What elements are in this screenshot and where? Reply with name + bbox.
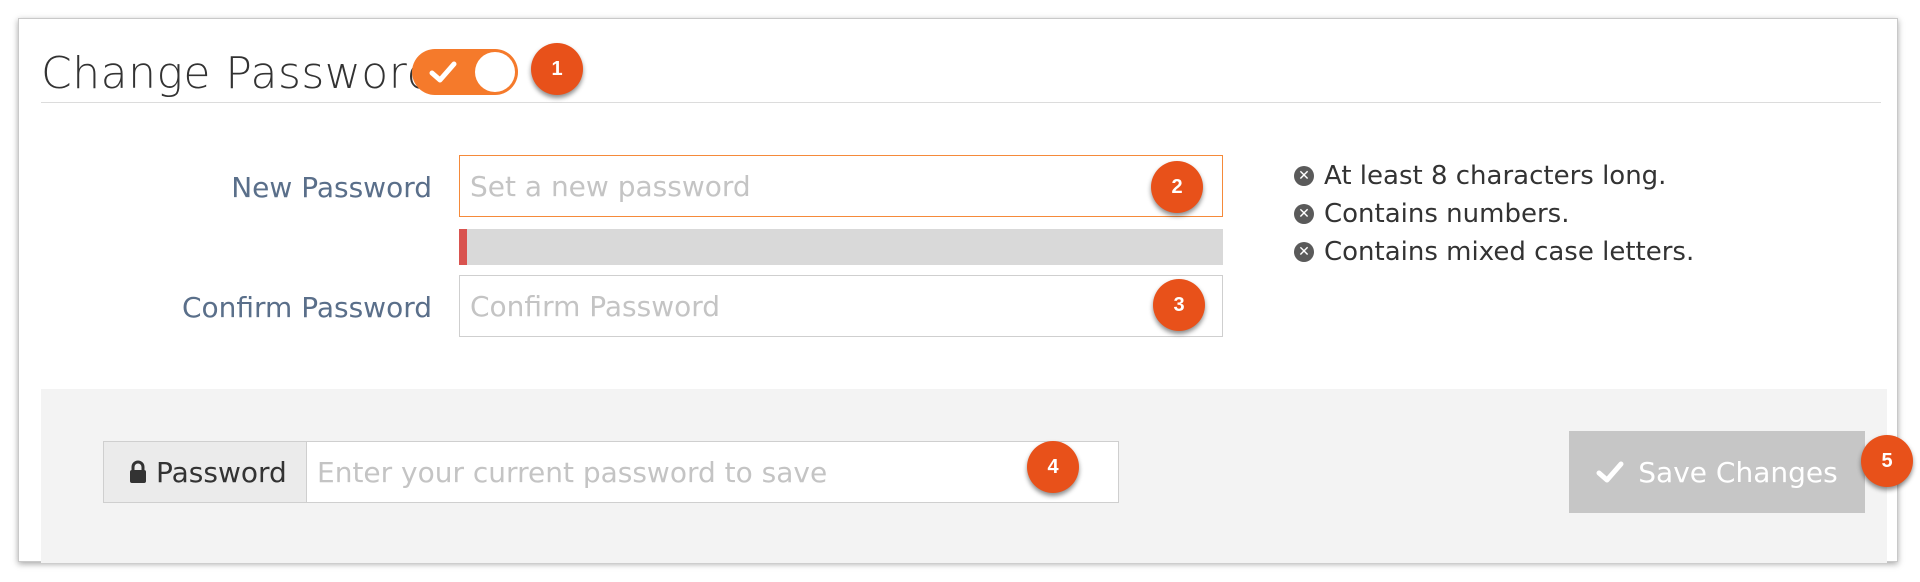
header-divider bbox=[41, 102, 1881, 103]
password-rule-text: Contains mixed case letters. bbox=[1324, 237, 1695, 267]
save-changes-button[interactable]: Save Changes bbox=[1569, 431, 1865, 513]
password-rule: ✕ Contains mixed case letters. bbox=[1294, 233, 1694, 271]
x-circle-icon: ✕ bbox=[1294, 166, 1314, 186]
change-password-panel: Change Password? New Password Confirm Pa… bbox=[18, 18, 1913, 563]
check-icon bbox=[1596, 461, 1624, 483]
page-title: Change Password? bbox=[41, 48, 459, 99]
current-password-input[interactable] bbox=[306, 441, 1119, 503]
password-strength-fill bbox=[459, 229, 467, 265]
save-footer: Password Save Changes bbox=[41, 389, 1887, 563]
password-rule: ✕ Contains numbers. bbox=[1294, 195, 1694, 233]
password-rule: ✕ At least 8 characters long. bbox=[1294, 157, 1694, 195]
new-password-label: New Password bbox=[231, 171, 432, 204]
password-strength-meter bbox=[459, 229, 1223, 265]
current-password-addon-label: Password bbox=[156, 455, 287, 489]
check-icon bbox=[429, 61, 457, 83]
annotation-badge: 3 bbox=[1153, 279, 1205, 331]
toggle-knob bbox=[475, 52, 515, 92]
annotation-badge: 2 bbox=[1151, 161, 1203, 213]
confirm-password-input[interactable] bbox=[459, 275, 1223, 337]
password-rule-text: Contains numbers. bbox=[1324, 199, 1570, 229]
annotation-badge: 4 bbox=[1027, 441, 1079, 493]
annotation-badge: 1 bbox=[531, 43, 583, 95]
x-circle-icon: ✕ bbox=[1294, 242, 1314, 262]
save-changes-label: Save Changes bbox=[1638, 455, 1838, 489]
annotation-badge: 5 bbox=[1861, 435, 1913, 487]
x-circle-icon: ✕ bbox=[1294, 204, 1314, 224]
password-rules-list: ✕ At least 8 characters long. ✕ Contains… bbox=[1294, 157, 1694, 271]
change-password-toggle[interactable] bbox=[412, 49, 518, 95]
current-password-addon: Password bbox=[103, 441, 306, 503]
password-rule-text: At least 8 characters long. bbox=[1324, 161, 1667, 191]
new-password-input[interactable] bbox=[459, 155, 1223, 217]
confirm-password-label: Confirm Password bbox=[181, 291, 432, 324]
lock-icon bbox=[130, 460, 146, 483]
